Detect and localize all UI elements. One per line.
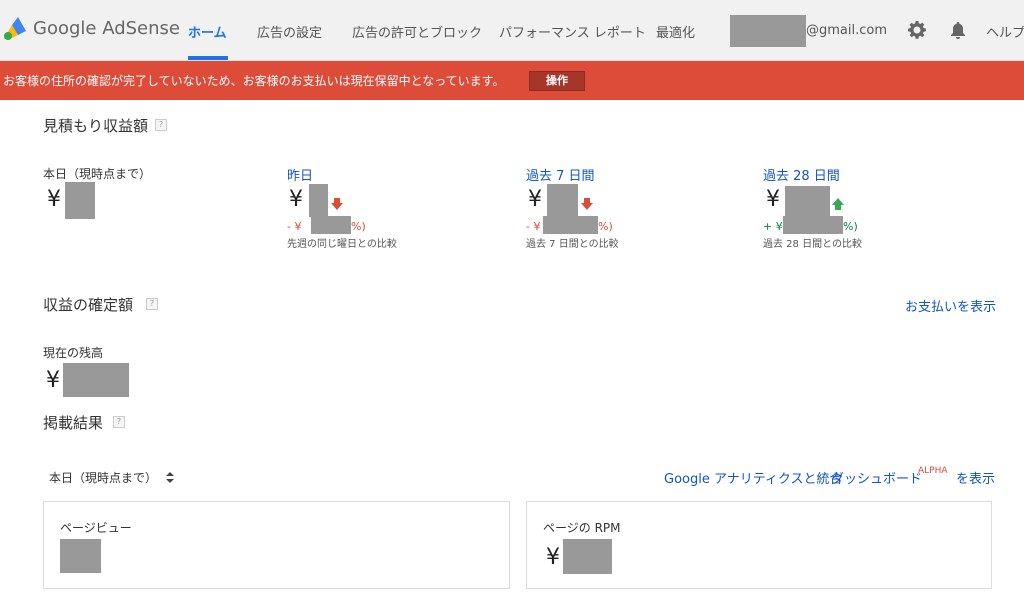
bell-icon[interactable] [948,20,968,40]
tab-optimization[interactable]: 最適化 [656,22,695,41]
email-redacted [730,15,806,47]
gear-icon[interactable] [907,20,927,40]
tab-performance-reports[interactable]: パフォーマンス レポート [499,22,646,41]
tab-home[interactable]: ホーム [188,22,227,41]
app-logo-text[interactable]: Google AdSense [33,18,180,39]
period-selector-label: 本日（現時点まで） [49,471,158,485]
pageviews-value-redacted [60,539,101,573]
help-link[interactable]: ヘルプ [986,22,1024,41]
down-arrow-icon [581,198,593,210]
balance-currency: ¥ [46,368,60,393]
top-header: Google AdSense ホーム 広告の設定 広告の許可とブロック パフォー… [0,0,1024,61]
page-rpm-value-redacted [563,539,612,574]
finalized-earnings-title: 収益の確定額 [43,296,134,314]
today-amount-redacted [65,182,95,219]
up-arrow-icon [832,198,844,210]
last7-change-redacted [543,216,598,234]
account-email[interactable]: @gmail.com [806,23,887,38]
yesterday-amount-redacted [309,184,328,217]
alert-action-button[interactable]: 操作 [529,71,585,91]
show-dashboard-link[interactable]: を表示 [956,468,995,487]
dashboard-link[interactable]: ダッシュボード [831,468,922,487]
balance-label: 現在の残高 [43,346,104,360]
estimated-help-icon[interactable]: ? [155,119,167,131]
alpha-badge: ALPHA [918,466,948,476]
balance-amount-redacted [63,363,129,397]
yesterday-comparison: 先週の同じ曜日との比較 [287,239,397,250]
page-rpm-card[interactable]: ページの RPM ¥ [526,501,992,589]
last28-currency: ¥ [766,187,780,212]
last7-amount-redacted [547,184,578,216]
last28-change-suffix: %) [843,220,858,233]
analytics-link[interactable]: Google アナリティクスと統合 [664,468,843,487]
yesterday-currency: ¥ [289,187,303,212]
last28-amount-redacted [785,186,830,219]
sort-updown-icon [166,472,175,483]
active-tab-indicator [188,56,228,60]
estimated-earnings-title: 見積もり収益額 [43,117,149,135]
today-currency: ¥ [47,187,61,212]
yesterday-change-redacted [311,216,351,234]
page-rpm-label: ページの RPM [543,521,621,535]
period-selector[interactable]: 本日（現時点まで） [49,467,175,485]
tab-ad-settings[interactable]: 広告の設定 [257,22,322,41]
last28-comparison: 過去 28 日間との比較 [763,239,862,250]
payment-hold-alert: お客様の住所の確認が完了していないため、お客様のお支払いは現在保留中となっていま… [0,61,1024,100]
yesterday-link[interactable]: 昨日 [287,165,313,184]
yesterday-change-prefix: - ¥ [287,220,302,233]
last28-change-redacted [783,216,843,234]
performance-help-icon[interactable]: ? [113,416,125,428]
last-7-days-link[interactable]: 過去 7 日間 [526,165,595,184]
adsense-logo-icon [4,17,26,40]
yesterday-change-suffix: %) [351,220,366,233]
alert-message: お客様の住所の確認が完了していないため、お客様のお支払いは現在保留中となっていま… [3,74,505,88]
pageviews-label: ページビュー [60,521,132,535]
down-arrow-icon [331,198,343,210]
last7-change-prefix: - ¥ [526,220,541,233]
performance-title: 掲載結果 [43,414,104,432]
view-payments-link[interactable]: お支払いを表示 [905,296,996,315]
finalized-help-icon[interactable]: ? [146,298,158,310]
tab-allow-block-ads[interactable]: 広告の許可とブロック [352,22,482,41]
today-label: 本日（現時点まで） [43,167,152,181]
last7-currency: ¥ [528,187,542,212]
last28-change-prefix: + ¥ [763,220,783,233]
last7-comparison: 過去 7 日間との比較 [526,239,619,250]
last7-change-suffix: %) [598,220,613,233]
page-rpm-currency: ¥ [546,545,560,570]
last-28-days-link[interactable]: 過去 28 日間 [763,165,840,184]
pageviews-card[interactable]: ページビュー [43,501,510,589]
